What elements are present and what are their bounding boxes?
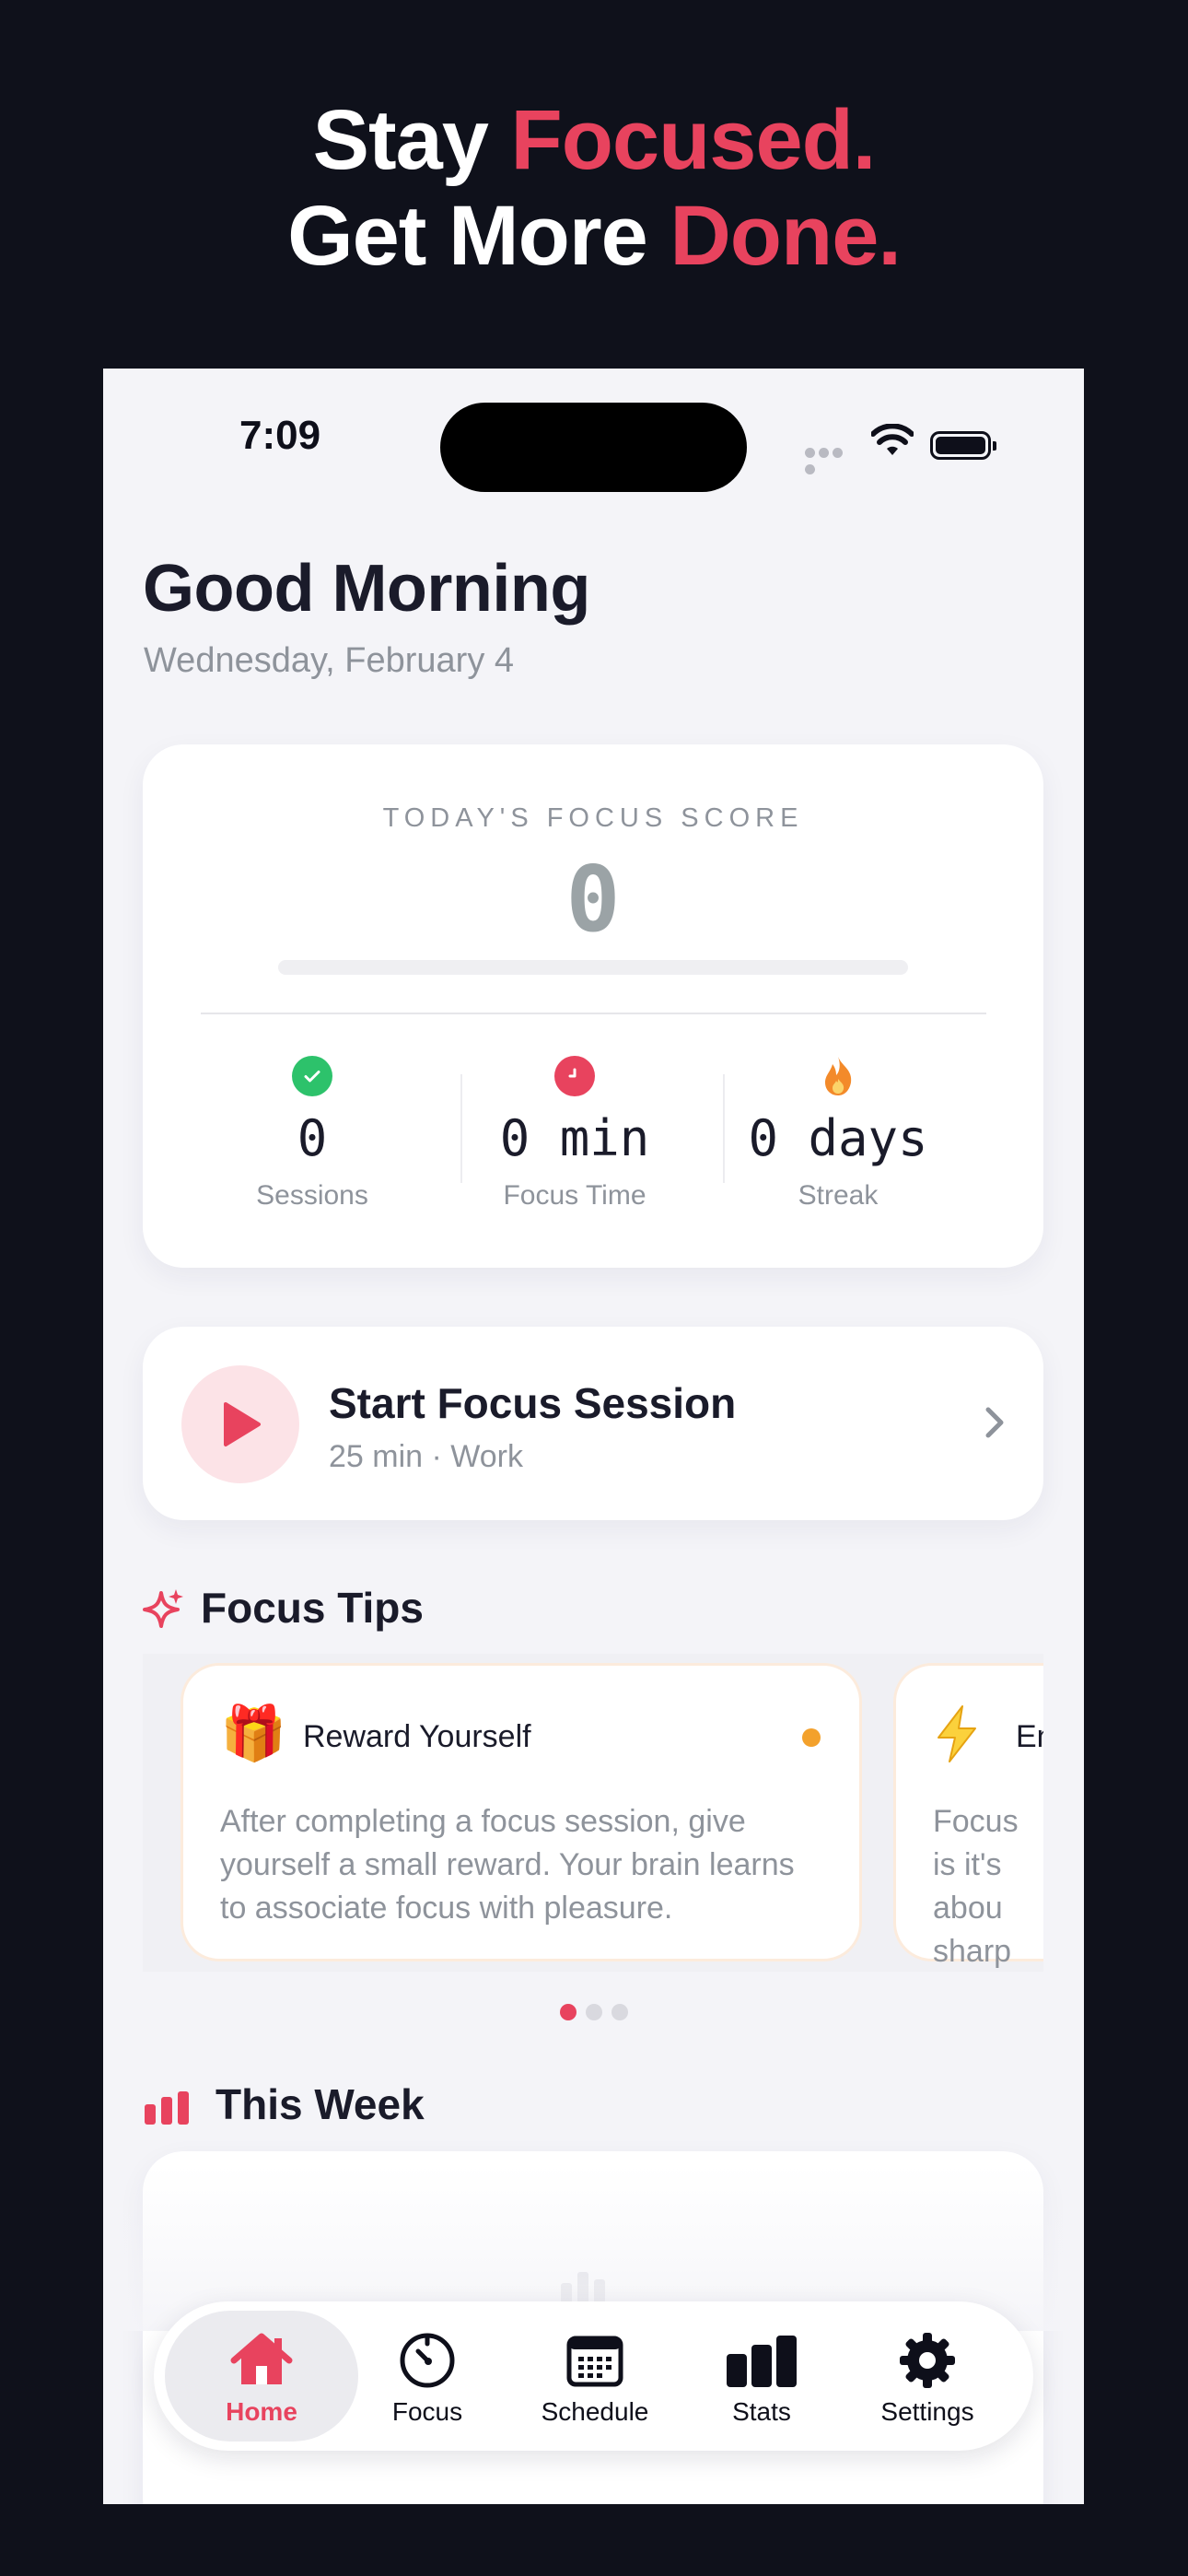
greeting-title: Good Morning [143, 552, 590, 626]
play-icon [224, 1402, 261, 1446]
lightning-icon [933, 1704, 981, 1775]
tab-home[interactable]: Home [165, 2311, 358, 2441]
this-week-title: This Week [215, 2080, 425, 2128]
promo-headline: Stay Focused. Get More Done. [0, 92, 1188, 284]
bar-chart-icon [665, 2329, 858, 2392]
focus-score-label: TODAY'S FOCUS SCORE [382, 803, 804, 833]
tip-indicator-dot [802, 1728, 821, 1747]
tab-label: Schedule [541, 2397, 649, 2426]
tab-schedule[interactable]: Schedule [498, 2311, 692, 2441]
play-button [181, 1365, 299, 1483]
stat-focus-time: 0 min Focus Time [443, 1056, 706, 1212]
page-dot [611, 2004, 628, 2020]
promo-line-1: Stay Focused. [312, 93, 877, 187]
chevron-right-icon [985, 1407, 1004, 1438]
stat-value: 0 min [499, 1109, 650, 1167]
bar-chart-icon [145, 2091, 189, 2125]
tab-label: Settings [880, 2397, 974, 2426]
gift-icon: 🎁 [220, 1704, 287, 1763]
start-focus-session-button[interactable]: Start Focus Session 25 min · Work [143, 1327, 1043, 1520]
focus-score-value: 0 [565, 848, 621, 953]
carousel-page-indicator [560, 2004, 637, 2020]
battery-icon [930, 431, 996, 460]
page-dot-active [560, 2004, 577, 2020]
tab-label: Home [226, 2397, 297, 2426]
home-icon [165, 2329, 358, 2392]
stat-value: 0 [297, 1109, 328, 1167]
stat-streak: 0 days Streak [706, 1056, 970, 1212]
sparkles-icon [143, 1589, 183, 1628]
tip-card[interactable]: En Focus is it's abou sharp ar [893, 1663, 1043, 1969]
tips-carousel[interactable]: 🎁 Reward Yourself After completing a foc… [143, 1654, 1043, 1972]
date-subtitle: Wednesday, February 4 [144, 641, 515, 680]
tip-title: En [1016, 1719, 1043, 1754]
dynamic-island [440, 403, 747, 492]
tab-bar: Home Focus Schedule Stats Settings [154, 2301, 1033, 2451]
signal-icon [805, 446, 858, 474]
tip-title: Reward Yourself [303, 1719, 531, 1754]
timer-icon [331, 2329, 524, 2392]
tab-settings[interactable]: Settings [831, 2311, 1024, 2441]
calendar-icon [498, 2329, 692, 2392]
tip-body: After completing a focus session, give y… [220, 1804, 795, 1926]
stat-sessions: 0 Sessions [181, 1056, 444, 1212]
tip-card[interactable]: 🎁 Reward Yourself After completing a foc… [181, 1663, 862, 1961]
flame-icon [818, 1056, 858, 1096]
divider [201, 1013, 986, 1014]
phone-screen: 7:09 Good Morning Wednesday, February 4 … [103, 369, 1084, 2504]
tip-body: Focus is it's abou sharp ar [933, 1804, 1019, 1969]
stat-label: Sessions [256, 1180, 368, 1211]
start-session-subtitle: 25 min · Work [329, 1439, 523, 1474]
check-circle-icon [292, 1056, 332, 1096]
status-time: 7:09 [239, 413, 321, 458]
gear-icon [831, 2329, 1024, 2392]
clock-icon [554, 1056, 595, 1096]
tab-label: Focus [391, 2397, 463, 2426]
start-session-title: Start Focus Session [329, 1379, 737, 1427]
tab-label: Stats [732, 2397, 791, 2426]
stat-value: 0 days [748, 1109, 928, 1167]
focus-score-card: TODAY'S FOCUS SCORE 0 0 Sessions 0 min F… [143, 744, 1043, 1268]
wifi-icon [871, 424, 914, 455]
focus-tips-title: Focus Tips [201, 1584, 424, 1632]
page-dot [586, 2004, 602, 2020]
focus-score-progress-bar [278, 960, 908, 975]
promo-line-2: Get More Done. [287, 189, 902, 283]
stat-label: Streak [798, 1180, 879, 1211]
stat-label: Focus Time [503, 1180, 646, 1211]
tab-stats[interactable]: Stats [665, 2311, 858, 2441]
tab-focus[interactable]: Focus [331, 2311, 524, 2441]
